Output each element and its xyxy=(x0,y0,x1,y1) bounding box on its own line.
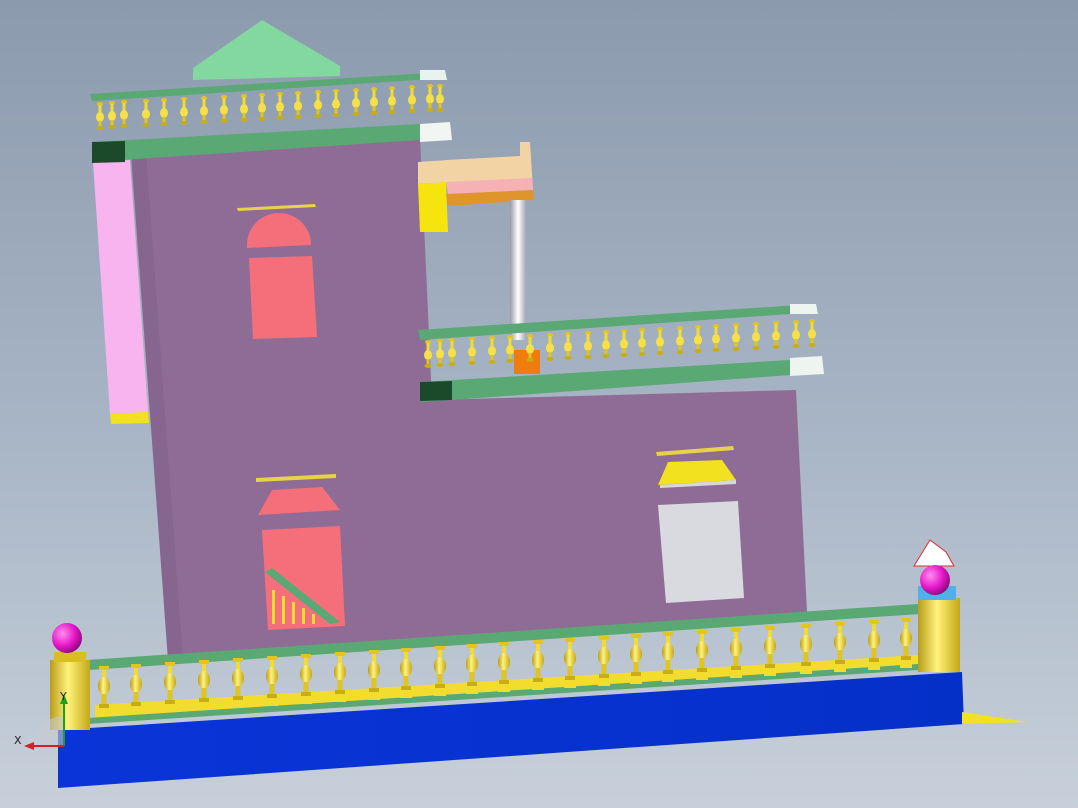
left-pillar[interactable] xyxy=(50,623,90,730)
x-axis-label: X xyxy=(14,734,22,747)
right-finial-ball xyxy=(920,565,950,595)
left-finial-ball xyxy=(52,623,82,653)
roof-gable[interactable] xyxy=(193,20,340,80)
cad-viewport[interactable]: Y X xyxy=(0,0,1078,808)
axis-triad: Y X xyxy=(14,690,68,750)
y-axis-label: Y xyxy=(59,690,67,703)
middle-balcony[interactable] xyxy=(418,304,824,402)
right-pillar[interactable] xyxy=(913,539,960,672)
support-pipe[interactable] xyxy=(510,200,540,374)
house-3d-model[interactable]: Y X xyxy=(0,0,1078,808)
